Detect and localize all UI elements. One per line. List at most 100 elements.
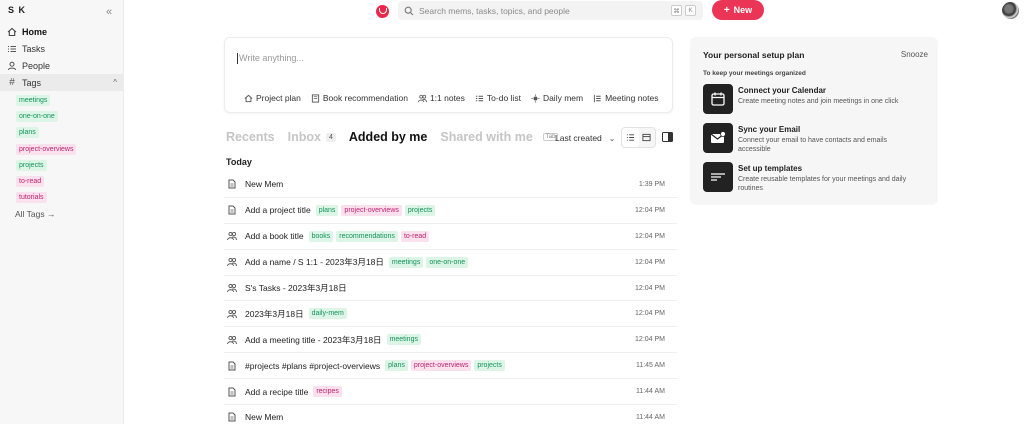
tab-added-by-me[interactable]: Added by me bbox=[349, 130, 428, 144]
calendar-icon bbox=[703, 84, 733, 114]
template-label: Meeting notes bbox=[605, 93, 659, 103]
doc-icon bbox=[227, 205, 237, 215]
setup-item-desc: Create reusable templates for your meeti… bbox=[738, 176, 907, 192]
template-label: Daily mem bbox=[542, 93, 584, 103]
hash-icon: # bbox=[9, 77, 15, 88]
chevron-up-icon[interactable]: ^ bbox=[113, 78, 117, 87]
sidebar-tag[interactable]: projects bbox=[16, 159, 47, 171]
sort-label: Last created bbox=[555, 133, 602, 143]
sort-dropdown[interactable]: Last created ⌄ bbox=[555, 133, 615, 143]
list-item[interactable]: Add a recipe title recipes 11:44 AM bbox=[224, 379, 677, 406]
row-tag[interactable]: one-on-one bbox=[426, 256, 469, 268]
setup-item-desc: Connect your email to have contacts and … bbox=[738, 137, 888, 153]
sidebar-item-tags[interactable]: # Tags ^ bbox=[0, 74, 123, 91]
double-chevron-left-icon[interactable]: « bbox=[103, 6, 115, 18]
list-item[interactable]: Add a project title plans project-overview… bbox=[224, 198, 677, 224]
row-time: 12:04 PM bbox=[635, 310, 665, 318]
composer[interactable]: Write anything... Project plan Book reco… bbox=[224, 37, 673, 113]
sidebar-tag[interactable]: one-on-one bbox=[16, 110, 58, 122]
row-title: S's Tasks - 2023年3月18日 bbox=[245, 283, 347, 293]
row-tag[interactable]: plans bbox=[315, 204, 339, 216]
people-icon bbox=[417, 94, 427, 103]
row-time: 11:44 AM bbox=[635, 388, 665, 396]
sidebar-tag[interactable]: tutorials bbox=[16, 192, 47, 204]
tab-recents[interactable]: Recents bbox=[226, 130, 275, 144]
composer-input[interactable]: Write anything... bbox=[237, 53, 304, 64]
view-switcher bbox=[621, 127, 656, 148]
row-tag[interactable]: to-read bbox=[400, 230, 430, 242]
list-item[interactable]: Add a book title books recommendations to-r… bbox=[224, 224, 677, 250]
template-project-plan[interactable]: Project plan bbox=[244, 93, 301, 103]
template-book-recommendation[interactable]: Book recommendation bbox=[311, 93, 408, 103]
row-tags: plans project-overviews projects bbox=[315, 204, 436, 216]
row-time: 12:04 PM bbox=[635, 336, 665, 344]
row-title: New Mem bbox=[245, 412, 284, 423]
template-label: Project plan bbox=[256, 93, 301, 103]
card-view-icon[interactable] bbox=[639, 128, 656, 147]
search-input[interactable] bbox=[419, 5, 669, 16]
setup-item-title: Connect your Calendar bbox=[738, 86, 827, 95]
snooze-button[interactable]: Snooze bbox=[901, 50, 928, 59]
list-item[interactable]: New Mem 1:39 PM bbox=[224, 172, 677, 198]
tab-shared-with-me[interactable]: Shared with me Tab bbox=[440, 130, 559, 144]
row-tag[interactable]: books bbox=[308, 230, 334, 242]
setup-item-templates[interactable]: Set up templates Create reusable templat… bbox=[703, 162, 928, 194]
list-item[interactable]: S's Tasks - 2023年3月18日 12:04 PM bbox=[224, 276, 677, 302]
new-button-label: New bbox=[733, 5, 753, 15]
tab-inbox[interactable]: Inbox 4 bbox=[288, 130, 336, 144]
row-tag[interactable]: projects bbox=[404, 204, 436, 216]
list-item[interactable]: Add a name / S 1:1 - 2023年3月18日 meetings o… bbox=[224, 250, 677, 276]
list-item[interactable]: Add a meeting title - 2023年3月18日 meetings… bbox=[224, 327, 677, 354]
home-icon bbox=[7, 27, 17, 37]
row-tag[interactable]: plans bbox=[385, 360, 408, 372]
people-icon bbox=[227, 335, 237, 345]
sidebar-tag[interactable]: project-overviews bbox=[16, 143, 77, 155]
sidebar-item-label: Tags bbox=[22, 77, 42, 88]
row-tag[interactable]: projects bbox=[474, 360, 505, 372]
tab-label: Inbox bbox=[287, 130, 321, 144]
template-one-on-one[interactable]: 1:1 notes bbox=[417, 93, 465, 103]
row-tag[interactable]: recommendations bbox=[336, 230, 398, 242]
row-tag[interactable]: meetings bbox=[388, 256, 424, 268]
row-title: Add a project title bbox=[245, 205, 311, 216]
row-tag[interactable]: meetings bbox=[386, 334, 421, 346]
row-tags: meetings one-on-one bbox=[388, 256, 469, 268]
row-tag[interactable]: project-overviews bbox=[341, 204, 402, 216]
row-tags: plans project-overviews projects bbox=[385, 360, 505, 372]
sidebar-item-label: Tasks bbox=[22, 43, 46, 54]
list-item[interactable]: New Mem 11:44 AM bbox=[224, 405, 677, 424]
sidebar-nav: Home Tasks People # Tags ^ meetings one-… bbox=[0, 23, 123, 219]
row-title: Add a recipe title bbox=[245, 386, 309, 397]
row-tag[interactable]: recipes bbox=[313, 386, 342, 398]
user-initials[interactable]: S K bbox=[8, 5, 26, 15]
list-item[interactable]: 2023年3月18日 daily-mem 12:04 PM bbox=[224, 301, 677, 328]
template-todo-list[interactable]: To-do list bbox=[475, 93, 521, 103]
template-daily-mem[interactable]: Daily mem bbox=[531, 93, 583, 103]
new-button[interactable]: + New bbox=[712, 0, 764, 20]
kbd-k: K bbox=[685, 5, 696, 16]
brand-logo-icon[interactable] bbox=[376, 5, 389, 18]
sidebar-tag[interactable]: meetings bbox=[16, 94, 51, 106]
search-bar[interactable]: ⌘ K bbox=[398, 1, 703, 20]
row-time: 12:04 PM bbox=[635, 258, 665, 266]
template-meeting-notes[interactable]: Meeting notes bbox=[593, 93, 659, 103]
row-tag[interactable]: project-overviews bbox=[410, 360, 472, 372]
sidebar-tag[interactable]: plans bbox=[16, 127, 39, 139]
avatar[interactable] bbox=[1002, 2, 1019, 19]
all-tags-link[interactable]: All Tags → bbox=[0, 209, 123, 219]
sidebar-toggle-icon[interactable] bbox=[662, 132, 673, 142]
sidebar-item-label: Home bbox=[22, 26, 48, 37]
setup-item-email[interactable]: Sync your Email Connect your email to ha… bbox=[703, 123, 928, 155]
sidebar-item-people[interactable]: People bbox=[0, 57, 123, 74]
row-title: Add a book title bbox=[245, 231, 304, 242]
setup-item-calendar[interactable]: Connect your Calendar Create meeting not… bbox=[703, 84, 928, 116]
list-item[interactable]: #projects #plans #project-overviews plans… bbox=[224, 353, 677, 380]
sidebar-item-tasks[interactable]: Tasks bbox=[0, 40, 123, 57]
row-tag[interactable]: daily-mem bbox=[308, 308, 347, 320]
mem-list: New Mem 1:39 PM Add a project title plans pr… bbox=[224, 172, 677, 424]
list-view-icon[interactable] bbox=[622, 128, 639, 147]
view-tabs: Recents Inbox 4 Added by me Shared with … bbox=[226, 130, 571, 144]
sidebar-item-home[interactable]: Home bbox=[0, 23, 123, 40]
sidebar-tag[interactable]: to-read bbox=[16, 176, 45, 188]
sun-icon bbox=[531, 93, 540, 103]
